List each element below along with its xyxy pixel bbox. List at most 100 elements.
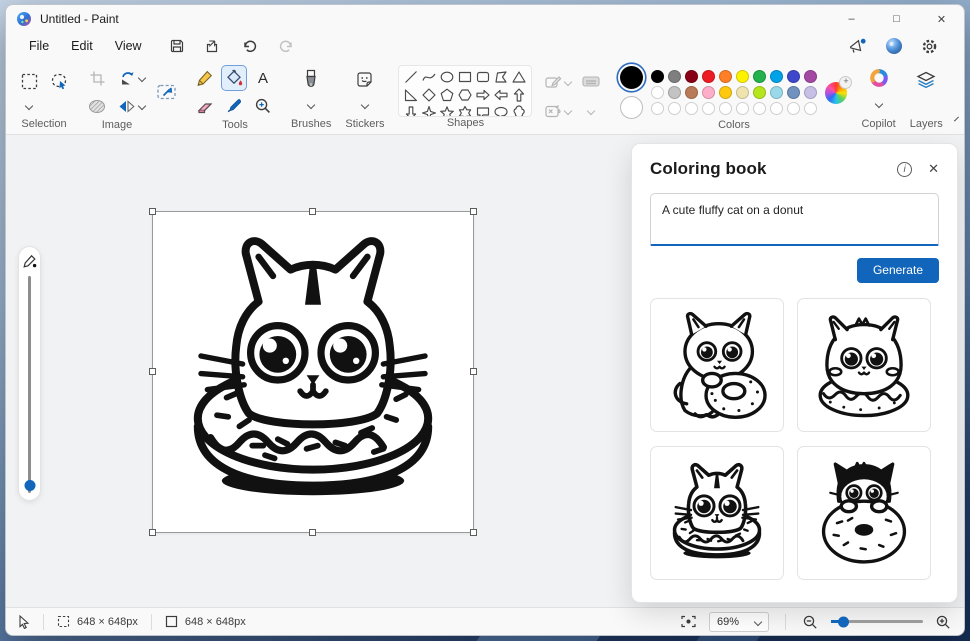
selection-handle-w[interactable]: [149, 368, 156, 375]
panel-close-icon[interactable]: ✕: [928, 161, 939, 177]
custom-color-slot-5[interactable]: [736, 102, 749, 115]
color-swatch-2-4[interactable]: [719, 86, 732, 99]
fit-to-screen-icon[interactable]: [680, 614, 697, 629]
color-swatch-1-4[interactable]: [719, 70, 732, 83]
copilot-icon[interactable]: [867, 66, 891, 90]
free-form-select-icon[interactable]: [47, 69, 71, 93]
share-icon[interactable]: [205, 38, 221, 54]
color-swatch-2-3[interactable]: [702, 86, 715, 99]
chevron-down-icon[interactable]: [874, 100, 882, 108]
generated-thumbnail-4[interactable]: [797, 446, 931, 580]
canvas[interactable]: [153, 212, 473, 532]
hexagon-shape-icon[interactable]: [457, 87, 473, 103]
primary-color-swatch[interactable]: [620, 66, 643, 89]
custom-color-slot-4[interactable]: [719, 102, 732, 115]
color-swatch-2-2[interactable]: [685, 86, 698, 99]
collapse-ribbon-chevron-icon[interactable]: [954, 117, 959, 122]
close-button[interactable]: ✕: [919, 5, 964, 33]
color-swatch-1-3[interactable]: [702, 70, 715, 83]
minimize-button[interactable]: –: [829, 5, 874, 33]
zoom-slider-thumb[interactable]: [838, 616, 849, 627]
color-swatch-2-7[interactable]: [770, 86, 783, 99]
selection-handle-sw[interactable]: [149, 529, 156, 536]
chevron-down-icon[interactable]: [137, 102, 145, 110]
menu-file[interactable]: File: [18, 36, 60, 56]
undo-icon[interactable]: [241, 38, 258, 54]
zoom-level-dropdown[interactable]: 69%: [709, 612, 769, 632]
menu-edit[interactable]: Edit: [60, 36, 104, 56]
selection-handle-ne[interactable]: [470, 208, 477, 215]
color-swatch-2-0[interactable]: [651, 86, 664, 99]
oval-callout-shape-icon[interactable]: [493, 105, 509, 117]
slider-track[interactable]: [28, 276, 31, 493]
color-swatch-2-1[interactable]: [668, 86, 681, 99]
cloud-callout-shape-icon[interactable]: [511, 105, 527, 117]
line-shape-icon[interactable]: [403, 69, 419, 85]
magnifier-icon[interactable]: [251, 94, 275, 118]
selection-handle-n[interactable]: [309, 208, 316, 215]
arrow-down-shape-icon[interactable]: [403, 105, 419, 117]
color-swatch-2-5[interactable]: [736, 86, 749, 99]
arrow-up-shape-icon[interactable]: [511, 87, 527, 103]
arrow-left-shape-icon[interactable]: [493, 87, 509, 103]
polygon-shape-icon[interactable]: [493, 69, 509, 85]
account-avatar[interactable]: [885, 37, 903, 55]
info-icon[interactable]: i: [897, 162, 912, 177]
generated-thumbnail-1[interactable]: [650, 298, 784, 432]
six-point-star-shape-icon[interactable]: [457, 105, 473, 117]
custom-color-slot-8[interactable]: [787, 102, 800, 115]
color-swatch-1-8[interactable]: [787, 70, 800, 83]
triangle-shape-icon[interactable]: [511, 69, 527, 85]
color-swatch-1-7[interactable]: [770, 70, 783, 83]
brush-size-slider[interactable]: [18, 246, 41, 501]
rounded-callout-shape-icon[interactable]: [475, 105, 491, 117]
fill-bucket-icon[interactable]: [222, 66, 246, 90]
brush-icon[interactable]: [299, 67, 323, 91]
color-picker-icon[interactable]: [222, 94, 246, 118]
arrow-right-shape-icon[interactable]: [475, 87, 491, 103]
prompt-input[interactable]: A cute fluffy cat on a donut: [650, 193, 939, 246]
rotate-button[interactable]: [113, 70, 149, 87]
custom-color-slot-6[interactable]: [753, 102, 766, 115]
sticker-icon[interactable]: [353, 67, 377, 91]
menu-view[interactable]: View: [104, 36, 153, 56]
rectangle-shape-icon[interactable]: [457, 69, 473, 85]
maximize-button[interactable]: □: [874, 5, 919, 33]
zoom-out-icon[interactable]: [802, 614, 819, 630]
generate-button[interactable]: Generate: [857, 258, 939, 283]
zoom-slider[interactable]: [831, 620, 923, 623]
custom-color-slot-7[interactable]: [770, 102, 783, 115]
generated-thumbnail-2[interactable]: [797, 298, 931, 432]
custom-color-slot-0[interactable]: [651, 102, 664, 115]
rectangle-select-icon[interactable]: [17, 69, 41, 93]
edit-colors-wheel-icon[interactable]: [825, 82, 847, 104]
selection-handle-s[interactable]: [309, 529, 316, 536]
color-swatch-1-1[interactable]: [668, 70, 681, 83]
selection-handle-e[interactable]: [470, 368, 477, 375]
layers-icon[interactable]: [914, 68, 938, 92]
zoom-in-icon[interactable]: [935, 614, 952, 630]
save-icon[interactable]: [169, 38, 185, 54]
custom-color-slot-2[interactable]: [685, 102, 698, 115]
rounded-rectangle-shape-icon[interactable]: [475, 69, 491, 85]
right-triangle-shape-icon[interactable]: [403, 87, 419, 103]
color-swatch-1-9[interactable]: [804, 70, 817, 83]
custom-color-slot-9[interactable]: [804, 102, 817, 115]
color-swatch-1-5[interactable]: [736, 70, 749, 83]
eraser-icon[interactable]: [193, 94, 217, 118]
custom-color-slot-3[interactable]: [702, 102, 715, 115]
color-swatch-2-9[interactable]: [804, 86, 817, 99]
color-swatch-1-2[interactable]: [685, 70, 698, 83]
selection-handle-se[interactable]: [470, 529, 477, 536]
color-swatch-2-6[interactable]: [753, 86, 766, 99]
custom-color-slot-1[interactable]: [668, 102, 681, 115]
slider-thumb[interactable]: [24, 480, 35, 491]
pentagon-shape-icon[interactable]: [439, 87, 455, 103]
chevron-down-icon[interactable]: [307, 100, 315, 108]
color-swatch-1-0[interactable]: [651, 70, 664, 83]
color-swatch-2-8[interactable]: [787, 86, 800, 99]
oval-shape-icon[interactable]: [439, 69, 455, 85]
color-swatch-1-6[interactable]: [753, 70, 766, 83]
diamond-shape-icon[interactable]: [421, 87, 437, 103]
pencil-icon[interactable]: [193, 66, 217, 90]
